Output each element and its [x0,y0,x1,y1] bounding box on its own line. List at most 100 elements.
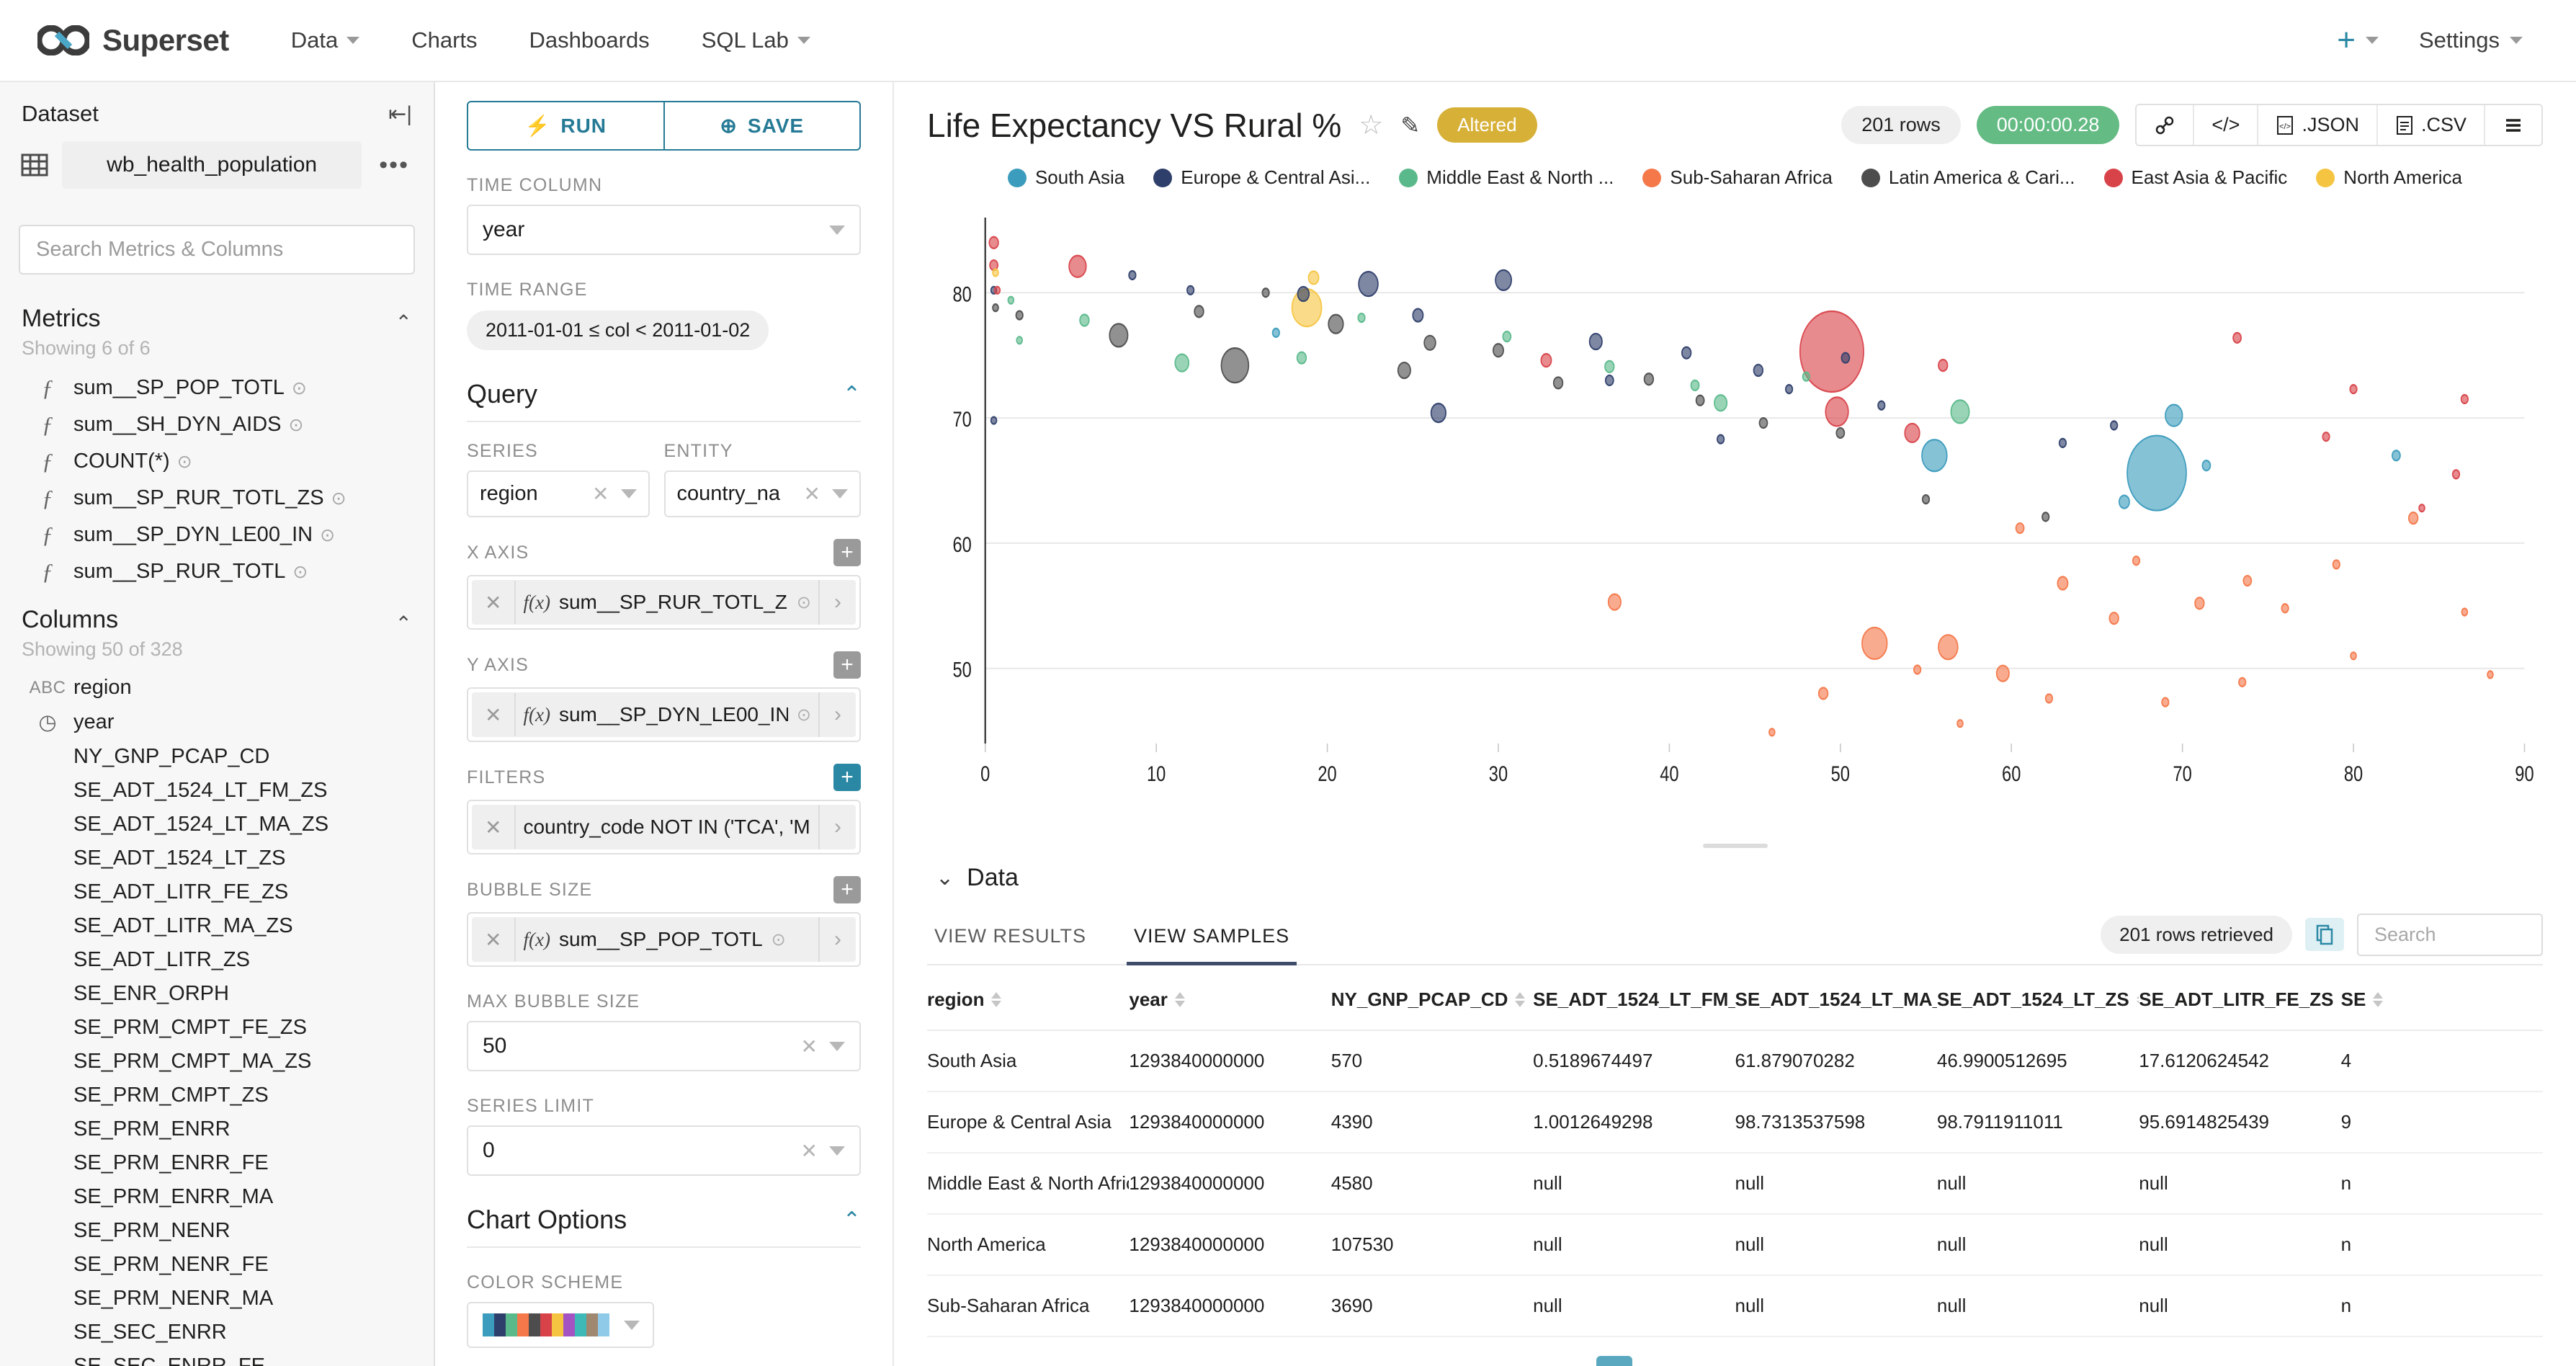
bubble-point[interactable] [1221,348,1248,383]
bubble-point[interactable] [1493,344,1503,357]
bubble-point[interactable] [1194,305,1204,317]
pagination-page-4[interactable]: 4 [1778,1356,1814,1366]
bubble-point[interactable] [1431,403,1446,422]
bubble-point[interactable] [1836,428,1844,438]
bubble-point[interactable] [1938,360,1948,371]
bubble-point[interactable] [2111,421,2117,430]
bubble-point[interactable] [2060,439,2066,447]
legend-item-0[interactable]: South Asia [1008,166,1124,189]
sort-icon[interactable] [1175,992,1185,1007]
remove-icon[interactable]: ✕ [472,581,514,625]
bubble-point[interactable] [1359,272,1378,296]
download-json-button[interactable]: </> .JSON [2258,105,2378,145]
pagination-page-1[interactable]: 1 [1596,1356,1632,1366]
bubble-point[interactable] [2350,385,2356,393]
bubble-point[interactable] [1109,323,1127,347]
bubble-point[interactable] [1714,395,1727,411]
column-item[interactable]: SE_ADT_1524_LT_FM_ZS [0,774,434,808]
legend-item-1[interactable]: Europe & Central Asi... [1153,166,1370,189]
bubble-point[interactable] [1786,385,1792,393]
bubble-point[interactable] [1308,271,1318,284]
bubble-point[interactable] [1262,288,1269,297]
chevron-up-icon[interactable]: ⌃ [843,382,861,407]
column-item[interactable]: SE_ENR_ORPH [0,977,434,1011]
table-column-header[interactable]: SE_ADT_1524_LT_FM_ZS [1533,970,1735,1030]
bubble-point[interactable] [1495,270,1511,290]
pagination-next[interactable]: » [1899,1356,1935,1366]
bubble-point[interactable] [2461,609,2467,616]
column-item[interactable]: SE_PRM_NENR_FE [0,1248,434,1282]
bubble-point[interactable] [2042,512,2049,521]
share-link-button[interactable] [2137,105,2194,145]
brand-logo-link[interactable]: Superset [37,23,229,58]
legend-item-5[interactable]: East Asia & Pacific [2104,166,2288,189]
table-column-header[interactable]: SE [2341,970,2543,1030]
table-column-header[interactable]: SE_ADT_1524_LT_MA_ZS [1735,970,1937,1030]
add-x-axis-metric-button[interactable]: + [833,539,861,566]
filter-pill[interactable]: ✕ country_code NOT IN ('TCA', 'MNP', ...… [472,805,856,849]
column-item[interactable]: SE_PRM_ENRR_FE [0,1146,434,1180]
bubble-point[interactable] [2119,496,2129,509]
bubble-point[interactable] [1800,311,1864,392]
add-new-button[interactable]: + [2318,24,2397,56]
chevron-up-icon[interactable]: ⌃ [395,606,412,635]
sort-icon[interactable] [2373,992,2383,1007]
legend-item-2[interactable]: Middle East & North ... [1399,166,1614,189]
chart-resize-handle[interactable] [1703,844,1768,848]
copy-button[interactable] [2305,918,2344,951]
metric-item[interactable]: ƒsum__SP_POP_TOTL⊙ [0,370,434,406]
bubble-point[interactable] [1541,354,1551,367]
column-item[interactable]: SE_PRM_NENR [0,1214,434,1248]
bubble-point[interactable] [1080,315,1089,326]
settings-menu[interactable]: Settings [2405,27,2544,53]
column-item[interactable]: ◷year [0,705,434,740]
bubble-point[interactable] [1922,439,1947,471]
bubble-point[interactable] [2392,450,2400,460]
tab-view-results[interactable]: VIEW RESULTS [927,912,1094,965]
bubble-point[interactable] [2016,523,2024,533]
table-column-header[interactable]: SE_ADT_1524_LT_ZS [1937,970,2139,1030]
bubble-point[interactable] [2233,333,2241,343]
data-search-input[interactable] [2357,914,2543,956]
column-item[interactable]: NY_GNP_PCAP_CD [0,740,434,774]
bubble-point[interactable] [1923,495,1929,504]
bubble-point[interactable] [2109,612,2119,624]
column-item[interactable]: SE_PRM_ENRR [0,1112,434,1146]
metric-item[interactable]: ƒsum__SH_DYN_AIDS⊙ [0,406,434,443]
metric-item[interactable]: ƒsum__SP_DYN_LE00_IN⊙ [0,517,434,553]
view-code-button[interactable]: </> [2194,105,2258,145]
bubble-point[interactable] [1358,313,1364,322]
download-csv-button[interactable]: .CSV [2378,105,2485,145]
bubble-point[interactable] [2133,556,2139,565]
bubble-point[interactable] [2409,512,2418,524]
bubble-point[interactable] [1413,309,1423,322]
bubble-point[interactable] [2195,597,2204,609]
bubble-point[interactable] [1297,287,1309,301]
chevron-up-icon[interactable]: ⌃ [843,1207,861,1233]
chevron-right-icon[interactable]: › [818,917,856,962]
chevron-right-icon[interactable]: › [818,692,856,737]
metric-item[interactable]: ƒsum__SP_RUR_TOTL_ZS⊙ [0,480,434,517]
table-column-header[interactable]: year [1129,970,1331,1030]
bubble-point[interactable] [2127,436,2186,511]
nav-item-charts[interactable]: Charts [385,27,503,53]
column-item[interactable]: SE_ADT_LITR_ZS [0,943,434,977]
remove-icon[interactable]: ✕ [472,805,514,849]
bubble-point[interactable] [1590,334,1602,349]
chevron-right-icon[interactable]: › [818,805,856,849]
save-button[interactable]: ⊕ SAVE [664,101,862,151]
bubble-point[interactable] [1825,397,1848,426]
y-axis-metric-pill[interactable]: ✕ f(x) sum__SP_DYN_LE00_IN ⊙ › [472,692,856,737]
table-column-header[interactable]: NY_GNP_PCAP_CD [1331,970,1533,1030]
bubble-point[interactable] [2487,671,2493,678]
bubble-point[interactable] [2453,470,2459,478]
bubble-point[interactable] [1424,336,1436,350]
bubble-point[interactable] [1069,256,1086,277]
collapse-panel-icon[interactable]: ⇤| [388,102,412,127]
column-item[interactable]: SE_ADT_1524_LT_MA_ZS [0,808,434,842]
bubble-point[interactable] [1878,401,1884,410]
help-icon[interactable]: ⊙ [177,451,192,473]
column-item[interactable]: SE_PRM_CMPT_FE_ZS [0,1011,434,1045]
bubble-point[interactable] [1754,365,1763,376]
column-item[interactable]: SE_PRM_ENRR_MA [0,1180,434,1214]
